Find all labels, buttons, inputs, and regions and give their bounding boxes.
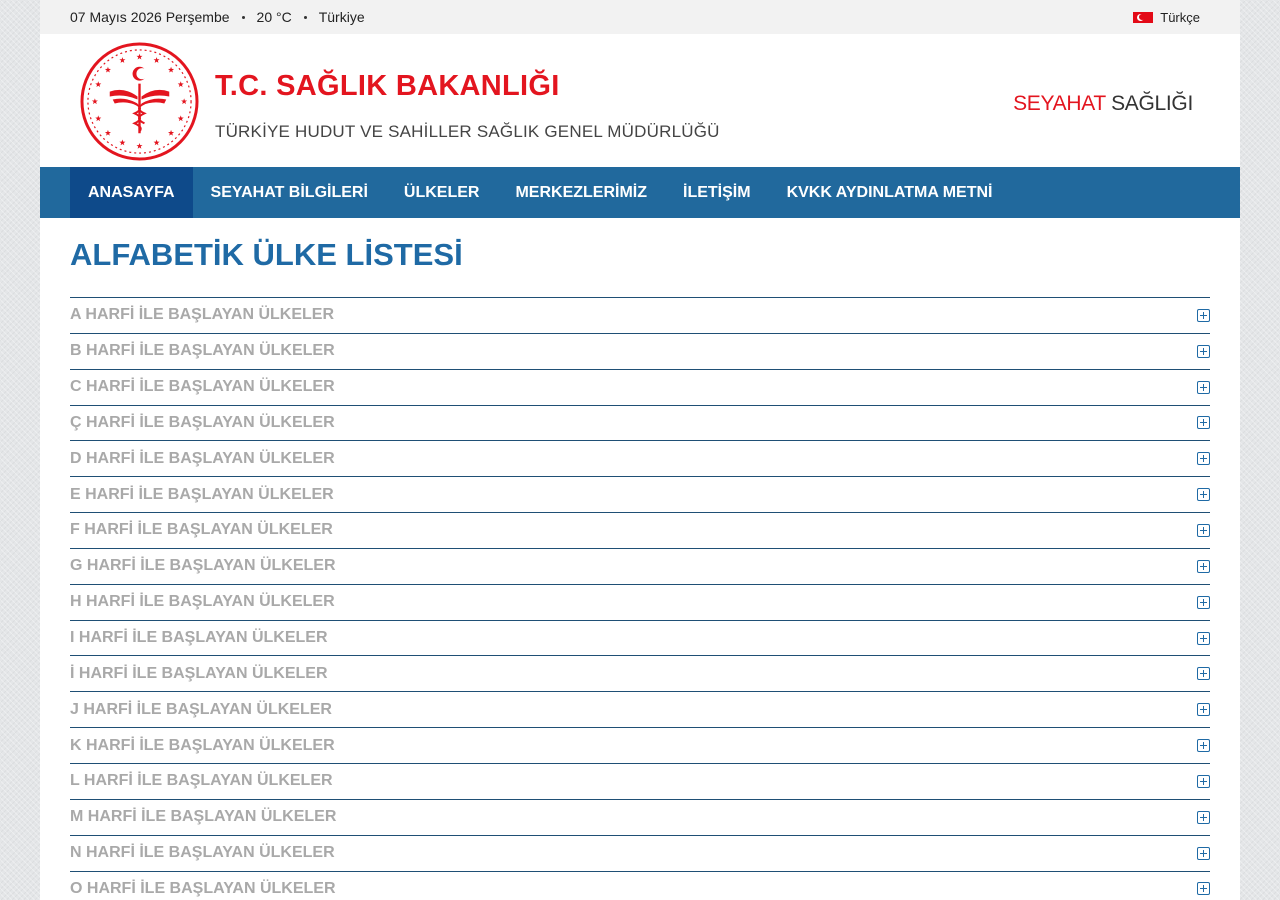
expand-plus-icon[interactable] bbox=[1197, 667, 1210, 681]
accordion-row-label: İ HARFİ İLE BAŞLAYAN ÜLKELER bbox=[70, 664, 328, 682]
accordion-row-label: H HARFİ İLE BAŞLAYAN ÜLKELER bbox=[70, 593, 335, 611]
expand-plus-icon[interactable] bbox=[1197, 452, 1210, 466]
nav-item-centers[interactable]: MERKEZLERİMİZ bbox=[497, 167, 665, 218]
main-nav: ANASAYFA SEYAHAT BİLGİLERİ ÜLKELER MERKE… bbox=[40, 167, 1240, 218]
accordion-row[interactable]: Ç HARFİ İLE BAŞLAYAN ÜLKELER bbox=[70, 406, 1210, 442]
date-text: 07 Mayıs 2026 Perşembe bbox=[70, 9, 230, 25]
expand-plus-icon[interactable] bbox=[1197, 882, 1210, 896]
accordion-row[interactable]: G HARFİ İLE BAŞLAYAN ÜLKELER bbox=[70, 549, 1210, 585]
accordion-row-label: D HARFİ İLE BAŞLAYAN ÜLKELER bbox=[70, 449, 335, 467]
language-label: Türkçe bbox=[1160, 9, 1200, 25]
accordion-row[interactable]: K HARFİ İLE BAŞLAYAN ÜLKELER bbox=[70, 728, 1210, 764]
accordion-row-label: J HARFİ İLE BAŞLAYAN ÜLKELER bbox=[70, 700, 332, 718]
accordion-row[interactable]: A HARFİ İLE BAŞLAYAN ÜLKELER bbox=[70, 298, 1210, 334]
accordion-row[interactable]: M HARFİ İLE BAŞLAYAN ÜLKELER bbox=[70, 800, 1210, 836]
accordion-row[interactable]: O HARFİ İLE BAŞLAYAN ÜLKELER bbox=[70, 872, 1210, 900]
accordion-row[interactable]: E HARFİ İLE BAŞLAYAN ÜLKELER bbox=[70, 477, 1210, 514]
accordion-row[interactable]: L HARFİ İLE BAŞLAYAN ÜLKELER bbox=[70, 764, 1210, 800]
expand-plus-icon[interactable] bbox=[1197, 559, 1210, 573]
accordion-row-label: M HARFİ İLE BAŞLAYAN ÜLKELER bbox=[70, 808, 337, 826]
accordion-row-label: O HARFİ İLE BAŞLAYAN ÜLKELER bbox=[70, 879, 336, 897]
nav-item-countries[interactable]: ÜLKELER bbox=[386, 167, 498, 218]
accordion-row-label: L HARFİ İLE BAŞLAYAN ÜLKELER bbox=[70, 772, 333, 790]
accordion-row-label: G HARFİ İLE BAŞLAYAN ÜLKELER bbox=[70, 557, 336, 575]
expand-plus-icon[interactable] bbox=[1197, 595, 1210, 609]
brand-part-2: SAĞLIĞI bbox=[1111, 92, 1193, 115]
expand-plus-icon[interactable] bbox=[1197, 739, 1210, 753]
separator-dot bbox=[241, 15, 245, 19]
expand-plus-icon[interactable] bbox=[1197, 810, 1210, 824]
accordion-row[interactable]: H HARFİ İLE BAŞLAYAN ÜLKELER bbox=[70, 585, 1210, 621]
language-selector[interactable]: Türkçe bbox=[1133, 0, 1200, 34]
main-content: ALFABETİK ÜLKE LİSTESİ A HARFİ İLE BAŞLA… bbox=[40, 237, 1240, 900]
expand-plus-icon[interactable] bbox=[1197, 344, 1210, 358]
country-accordion: A HARFİ İLE BAŞLAYAN ÜLKELER B HARFİ İLE … bbox=[70, 297, 1210, 900]
separator-dot bbox=[303, 15, 307, 19]
page-wrapper: 07 Mayıs 2026 Perşembe 20 °C Türkiye Tür… bbox=[40, 0, 1240, 900]
ministry-seal-logo[interactable] bbox=[80, 42, 199, 161]
accordion-row-label: C HARFİ İLE BAŞLAYAN ÜLKELER bbox=[70, 378, 335, 396]
page-title: ALFABETİK ÜLKE LİSTESİ bbox=[70, 237, 463, 272]
travel-health-brand[interactable]: SEYAHAT SAĞLIĞI bbox=[1013, 92, 1193, 116]
ministry-subtitle: TÜRKİYE HUDUT VE SAHİLLER SAĞLIK GENEL M… bbox=[215, 122, 720, 141]
brand-part-1: SEYAHAT bbox=[1013, 92, 1106, 115]
expand-plus-icon[interactable] bbox=[1197, 380, 1210, 394]
expand-plus-icon[interactable] bbox=[1197, 631, 1210, 645]
expand-plus-icon[interactable] bbox=[1197, 774, 1210, 788]
accordion-row[interactable]: C HARFİ İLE BAŞLAYAN ÜLKELER bbox=[70, 370, 1210, 406]
location-text: Türkiye bbox=[318, 9, 365, 25]
top-bar: 07 Mayıs 2026 Perşembe 20 °C Türkiye Tür… bbox=[40, 0, 1240, 34]
accordion-row[interactable]: D HARFİ İLE BAŞLAYAN ÜLKELER bbox=[70, 441, 1210, 478]
accordion-row-label: A HARFİ İLE BAŞLAYAN ÜLKELER bbox=[70, 306, 335, 324]
ministry-title[interactable]: T.C. SAĞLIK BAKANLIĞI bbox=[215, 70, 560, 103]
top-bar-info: 07 Mayıs 2026 Perşembe 20 °C Türkiye bbox=[70, 0, 365, 34]
accordion-row[interactable]: B HARFİ İLE BAŞLAYAN ÜLKELER bbox=[70, 334, 1210, 370]
accordion-row-label: F HARFİ İLE BAŞLAYAN ÜLKELER bbox=[70, 521, 333, 539]
nav-item-home[interactable]: ANASAYFA bbox=[70, 167, 193, 218]
accordion-row[interactable]: N HARFİ İLE BAŞLAYAN ÜLKELER bbox=[70, 836, 1210, 872]
accordion-row[interactable]: F HARFİ İLE BAŞLAYAN ÜLKELER bbox=[70, 513, 1210, 549]
expand-plus-icon[interactable] bbox=[1197, 488, 1210, 502]
accordion-row-label: E HARFİ İLE BAŞLAYAN ÜLKELER bbox=[70, 485, 334, 503]
accordion-row[interactable]: İ HARFİ İLE BAŞLAYAN ÜLKELER bbox=[70, 656, 1210, 693]
expand-plus-icon[interactable] bbox=[1197, 523, 1210, 537]
accordion-row[interactable]: I HARFİ İLE BAŞLAYAN ÜLKELER bbox=[70, 621, 1210, 657]
nav-item-travel-info[interactable]: SEYAHAT BİLGİLERİ bbox=[193, 167, 386, 218]
accordion-row-label: K HARFİ İLE BAŞLAYAN ÜLKELER bbox=[70, 736, 335, 754]
accordion-row-label: B HARFİ İLE BAŞLAYAN ÜLKELER bbox=[70, 342, 335, 360]
accordion-row-label: N HARFİ İLE BAŞLAYAN ÜLKELER bbox=[70, 844, 335, 862]
expand-plus-icon[interactable] bbox=[1197, 703, 1210, 717]
accordion-row-label: Ç HARFİ İLE BAŞLAYAN ÜLKELER bbox=[70, 413, 335, 431]
accordion-row-label: I HARFİ İLE BAŞLAYAN ÜLKELER bbox=[70, 629, 328, 647]
expand-plus-icon[interactable] bbox=[1197, 416, 1210, 430]
nav-item-kvkk[interactable]: KVKK AYDINLATMA METNİ bbox=[769, 167, 1011, 218]
turkey-flag-icon bbox=[1133, 11, 1154, 23]
nav-item-contact[interactable]: İLETİŞİM bbox=[665, 167, 769, 218]
expand-plus-icon[interactable] bbox=[1197, 308, 1210, 322]
temperature-text: 20 °C bbox=[256, 9, 292, 25]
expand-plus-icon[interactable] bbox=[1197, 846, 1210, 860]
site-header: T.C. SAĞLIK BAKANLIĞI TÜRKİYE HUDUT VE S… bbox=[40, 34, 1240, 167]
accordion-row[interactable]: J HARFİ İLE BAŞLAYAN ÜLKELER bbox=[70, 692, 1210, 729]
